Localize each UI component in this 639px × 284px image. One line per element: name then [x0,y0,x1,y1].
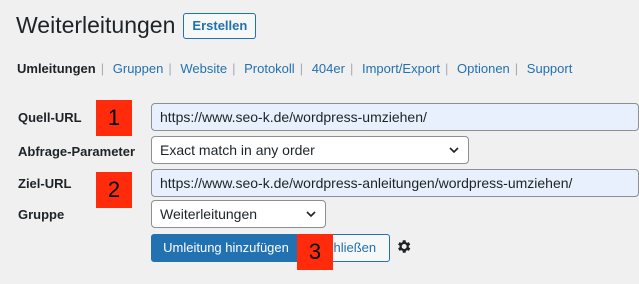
source-url-label: Quell-URL [18,110,82,125]
group-label: Gruppe [18,207,65,222]
target-url-label: Ziel-URL [18,176,72,191]
annotation-badge-1: 1 [96,100,132,136]
query-params-value: Exact match in any order [160,142,315,158]
group-select[interactable]: Weiterleitungen [151,200,326,228]
query-params-label: Abfrage-Parameter [18,144,136,159]
subnav: Umleitungen | Gruppen | Website | Protokoll… [17,61,573,76]
subnav-item-umleitungen[interactable]: Umleitungen [17,61,96,76]
page-title: Weiterleitungen [16,12,176,38]
subnav-item-gruppen[interactable]: Gruppen [113,61,164,76]
query-params-select[interactable]: Exact match in any order [151,136,469,164]
subnav-item-website[interactable]: Website [180,61,227,76]
subnav-item-protokoll[interactable]: Protokoll [244,61,295,76]
subnav-item-404er[interactable]: 404er [312,61,345,76]
create-button[interactable]: Erstellen [183,12,257,39]
annotation-badge-2: 2 [96,172,132,208]
gear-icon[interactable] [395,238,412,255]
subnav-item-optionen[interactable]: Optionen [457,61,510,76]
group-value: Weiterleitungen [160,206,258,222]
subnav-item-support[interactable]: Support [527,61,573,76]
add-redirect-button[interactable]: Umleitung hinzufügen [151,234,301,262]
chevron-down-icon [306,211,316,218]
subnav-item-import-export[interactable]: Import/Export [362,61,440,76]
page-header: Weiterleitungen Erstellen [16,12,257,39]
chevron-down-icon [449,147,459,154]
annotation-badge-3: 3 [297,234,333,270]
target-url-input[interactable]: https://www.seo-k.de/wordpress-anleitung… [151,169,639,197]
source-url-input[interactable]: https://www.seo-k.de/wordpress-umziehen/ [151,103,639,131]
